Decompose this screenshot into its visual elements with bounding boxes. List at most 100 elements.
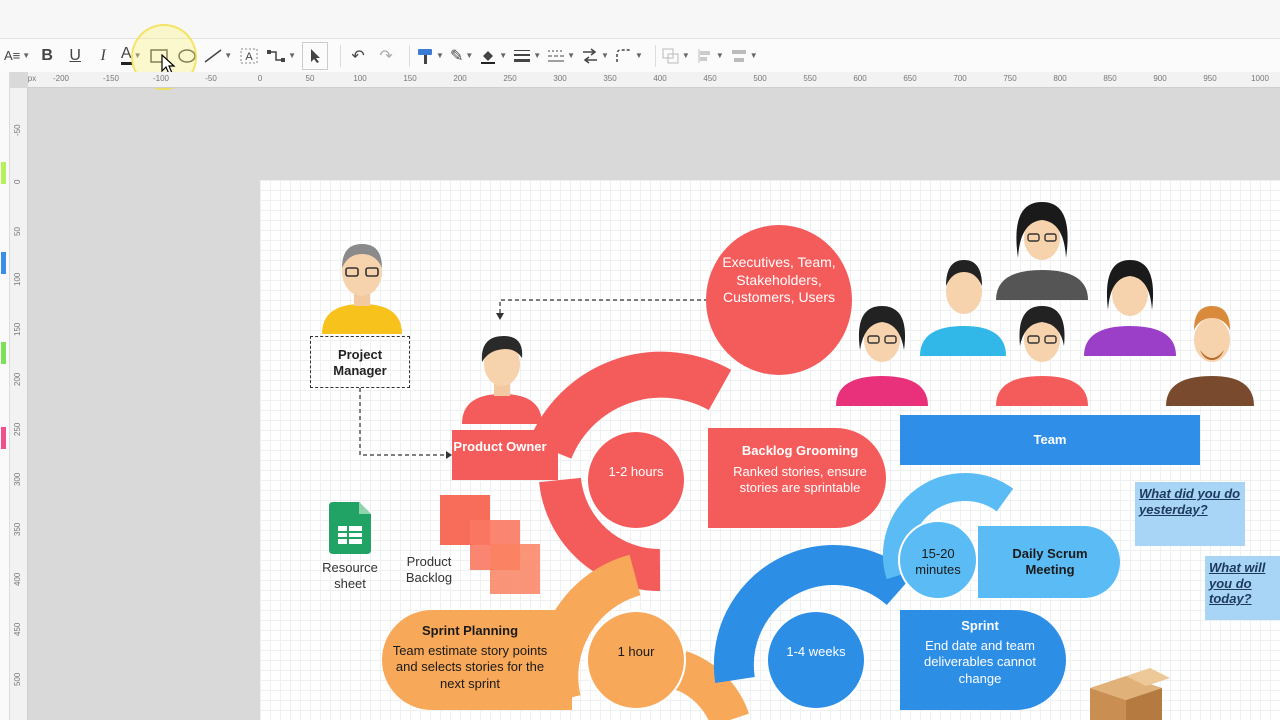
line-weight-icon[interactable]: ▼ [513,42,541,70]
ruler-tick: 350 [13,522,22,536]
corner-icon[interactable]: ▼ [615,42,643,70]
color-swatch [1,252,6,274]
italic-label: I [100,46,106,64]
ruler-tick: 150 [403,74,417,83]
project-manager-avatar [322,244,402,334]
ruler-tick: 500 [753,74,767,83]
team-member-avatar [1084,260,1176,356]
product-owner-avatar [462,336,542,424]
backlog-grooming-desc: Ranked stories, ensure stories are sprin… [733,464,867,496]
connector-icon[interactable]: ▼ [266,42,296,70]
project-manager-label[interactable]: Project Manager [310,336,410,388]
toolbar-separator [409,44,411,67]
ruler-tick: 250 [13,422,22,436]
chevron-down-icon: ▼ [715,51,724,60]
select-icon[interactable] [302,41,329,70]
svg-text:A: A [245,51,253,63]
group-icon[interactable]: ▼ [662,42,690,70]
distribute-icon[interactable]: ▼ [730,42,758,70]
connector-pm-po [359,388,448,456]
ruler-tick: -50 [205,74,217,83]
fill-color-icon[interactable]: ▼ [479,42,507,70]
sprint-desc: End date and team deliverables cannot ch… [923,638,1037,686]
chevron-down-icon: ▼ [533,51,542,60]
ruler-tick: 100 [353,74,367,83]
redo-icon[interactable]: ↷ [375,42,397,70]
chevron-down-icon: ▼ [22,51,31,60]
ruler-tick: 400 [653,74,667,83]
ruler-tick: 200 [13,372,22,386]
sprint-title: Sprint [961,618,999,633]
line-color-icon[interactable]: ✎ ▼ [450,42,473,70]
font-color-label: A [120,46,132,65]
line-style-icon[interactable]: ▼ [547,42,575,70]
ruler-tick: 800 [1053,74,1067,83]
sticky-note-today[interactable]: What will you do today? [1205,556,1280,620]
ruler-tick: 300 [553,74,567,83]
ruler-tick: 750 [1003,74,1017,83]
arrow-head-icon [496,313,504,320]
align-icon[interactable]: ▼ [696,42,724,70]
sticky-note-yesterday[interactable]: What did you do yesterday? [1135,482,1245,546]
ruler-tick: 100 [13,272,22,286]
chevron-down-icon: ▼ [681,51,690,60]
chevron-down-icon: ▼ [749,51,758,60]
product-owner-label: Product Owner [453,439,547,454]
daily-scrum-time-label: 15-20 minutes [915,546,961,578]
vertical-ruler: -50 0 50 100 150 200 250 300 350 400 450… [10,88,28,720]
ruler-tick: 350 [603,74,617,83]
bold-button[interactable]: B [36,42,58,70]
ruler-tick: 150 [13,322,22,336]
product-backlog-label: Product Backlog [405,554,453,586]
backlog-grooming-title: Backlog Grooming [741,443,859,458]
diagram-canvas[interactable]: Project Manager Executives, Team, Stakeh… [260,180,1280,720]
text-align-label: A≡ [4,48,21,63]
ruler-tick: -100 [152,74,170,83]
format-painter-icon[interactable]: ▼ [416,42,444,70]
ruler-tick: -150 [102,74,120,83]
title-bar [0,0,1280,38]
ruler-tick: 450 [13,622,22,636]
toolbar-separator [340,44,342,67]
ruler-tick: 450 [703,74,717,83]
team-member-avatar [1166,306,1254,406]
backlog-card [490,544,540,594]
chevron-down-icon: ▼ [634,51,643,60]
ruler-tick: 250 [503,74,517,83]
horizontal-ruler: px -200 -150 -100 -50 0 50 100 150 200 2… [28,72,1280,88]
undo-icon[interactable]: ↶ [347,42,369,70]
ruler-tick: 700 [953,74,967,83]
ruler-tick: 1000 [1251,74,1269,83]
color-swatch [1,162,6,184]
ruler-tick: 0 [13,179,22,184]
spreadsheet-icon[interactable] [329,502,371,554]
chevron-down-icon: ▼ [224,51,233,60]
bold-label: B [41,46,53,64]
line-icon[interactable]: ▼ [204,42,232,70]
ruler-tick: 0 [257,74,263,83]
team-avatars [836,202,1254,406]
ruler-tick: -50 [13,124,22,136]
chevron-down-icon: ▼ [436,51,444,60]
text-align-button[interactable]: A≡ ▼ [4,42,30,70]
sprint-weeks-label: 1-4 weeks [786,644,846,659]
team-member-avatar [996,202,1088,300]
ruler-tick: 650 [903,74,917,83]
ruler-tick: 850 [1103,74,1117,83]
sprint-planning-desc: Team estimate story points and selects s… [392,643,548,691]
ruler-tick: -200 [52,74,70,83]
sprint-planning-title: Sprint Planning [421,623,519,638]
ruler-tick: 50 [305,74,315,83]
ruler-tick: 950 [1203,74,1217,83]
arrange-icon[interactable]: ▼ [581,42,609,70]
italic-button[interactable]: I [92,42,114,70]
chevron-down-icon: ▼ [601,51,609,60]
chevron-down-icon: ▼ [499,51,508,60]
underline-button[interactable]: U [64,42,86,70]
text-icon[interactable]: A [238,42,260,70]
team-member-avatar [996,306,1088,406]
ruler-tick: 300 [13,472,22,486]
backlog-hours-label: 1-2 hours [608,464,664,479]
chevron-down-icon: ▼ [465,51,474,60]
sprint-planning-time-label: 1 hour [617,644,655,659]
